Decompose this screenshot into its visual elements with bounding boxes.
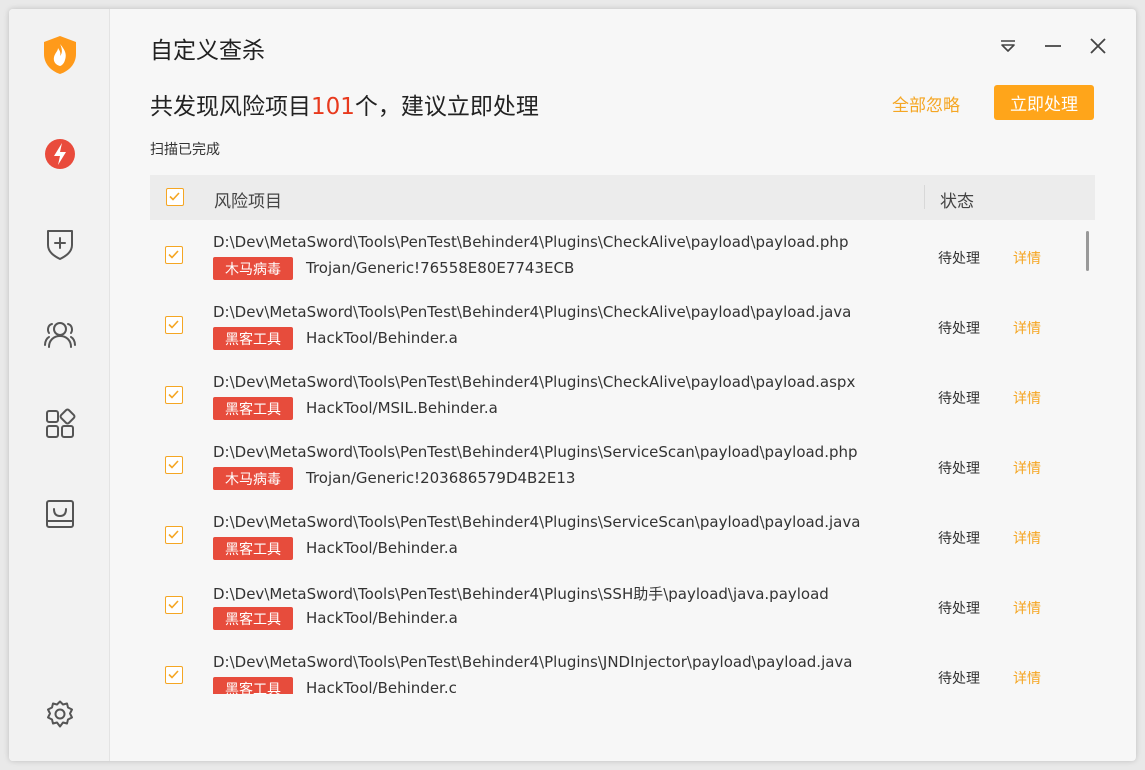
table-row: D:\Dev\MetaSword\Tools\PenTest\Behinder4… [150,220,1095,290]
headline-prefix: 共发现风险项目 [150,94,311,120]
detail-link[interactable]: 详情 [1013,528,1041,548]
list-scrollbar[interactable] [1086,231,1089,271]
file-path: D:\Dev\MetaSword\Tools\PenTest\Behinder4… [213,233,849,251]
scan-status: 扫描已完成 [150,142,220,158]
threat-name: HackTool/Behinder.a [306,539,458,557]
risk-tag: 木马病毒 [213,257,293,280]
risk-tag: 木马病毒 [213,467,293,490]
threat-name: HackTool/Behinder.a [306,329,458,347]
main-panel: 自定义查杀 共发现风险项目101个，建议立即处理 全部忽略 立即处理 扫描已完成… [110,9,1136,761]
risk-list: D:\Dev\MetaSword\Tools\PenTest\Behinder4… [150,220,1095,694]
column-risk-item: 风险项目 [214,192,282,212]
status-text: 待处理 [938,321,980,337]
table-row: D:\Dev\MetaSword\Tools\PenTest\Behinder4… [150,570,1095,640]
file-path: D:\Dev\MetaSword\Tools\PenTest\Behinder4… [213,373,856,391]
detail-link[interactable]: 详情 [1013,668,1041,688]
status-text: 待处理 [938,461,980,477]
detail-link[interactable]: 详情 [1013,248,1041,268]
table-header: 风险项目 状态 [150,175,1095,220]
minimize-icon[interactable] [1042,35,1064,57]
apps-grid-icon[interactable] [39,403,81,445]
row-checkbox[interactable] [165,456,183,474]
risk-tag: 黑客工具 [213,397,293,420]
table-row: D:\Dev\MetaSword\Tools\PenTest\Behinder4… [150,430,1095,500]
risk-tag: 黑客工具 [213,327,293,350]
status-text: 待处理 [938,251,980,267]
row-checkbox[interactable] [165,666,183,684]
detail-link[interactable]: 详情 [1013,458,1041,478]
table-row: D:\Dev\MetaSword\Tools\PenTest\Behinder4… [150,360,1095,430]
detail-link[interactable]: 详情 [1013,318,1041,338]
headline-suffix: 个，建议立即处理 [354,94,539,120]
menu-dropdown-icon[interactable] [997,35,1019,57]
row-checkbox[interactable] [165,316,183,334]
risk-tag: 黑客工具 [213,537,293,560]
threat-name: HackTool/MSIL.Behinder.a [306,399,498,417]
file-path: D:\Dev\MetaSword\Tools\PenTest\Behinder4… [213,585,829,603]
risk-tag: 黑客工具 [213,607,293,630]
threat-name: Trojan/Generic!203686579D4B2E13 [306,469,576,487]
tray-icon[interactable] [39,493,81,535]
window-title: 自定义查杀 [150,38,265,64]
column-status: 状态 [940,192,974,212]
risk-tag: 黑客工具 [213,677,293,694]
column-divider [924,185,925,209]
risk-summary: 共发现风险项目101个，建议立即处理 [150,87,539,121]
status-text: 待处理 [938,531,980,547]
sidebar [9,9,110,761]
table-row: D:\Dev\MetaSword\Tools\PenTest\Behinder4… [150,640,1095,694]
row-checkbox[interactable] [165,596,183,614]
status-text: 待处理 [938,391,980,407]
file-path: D:\Dev\MetaSword\Tools\PenTest\Behinder4… [213,443,858,461]
file-path: D:\Dev\MetaSword\Tools\PenTest\Behinder4… [213,653,853,671]
risk-count: 101 [311,94,355,120]
app-window: 自定义查杀 共发现风险项目101个，建议立即处理 全部忽略 立即处理 扫描已完成… [9,9,1136,761]
ignore-all-link[interactable]: 全部忽略 [892,91,960,116]
status-text: 待处理 [938,601,980,617]
detail-link[interactable]: 详情 [1013,388,1041,408]
status-text: 待处理 [938,671,980,687]
handle-now-button[interactable]: 立即处理 [994,85,1094,120]
gear-icon[interactable] [39,693,81,735]
shield-flame-logo-icon [39,34,81,76]
shield-plus-icon[interactable] [39,223,81,265]
select-all-checkbox[interactable] [166,188,184,206]
lightning-scan-icon[interactable] [39,133,81,175]
file-path: D:\Dev\MetaSword\Tools\PenTest\Behinder4… [213,303,852,321]
table-row: D:\Dev\MetaSword\Tools\PenTest\Behinder4… [150,500,1095,570]
file-path: D:\Dev\MetaSword\Tools\PenTest\Behinder4… [213,513,861,531]
row-checkbox[interactable] [165,526,183,544]
threat-name: Trojan/Generic!76558E80E7743ECB [306,259,575,277]
users-icon[interactable] [39,313,81,355]
detail-link[interactable]: 详情 [1013,598,1041,618]
table-row: D:\Dev\MetaSword\Tools\PenTest\Behinder4… [150,290,1095,360]
row-checkbox[interactable] [165,386,183,404]
threat-name: HackTool/Behinder.c [306,679,457,694]
close-icon[interactable] [1087,35,1109,57]
threat-name: HackTool/Behinder.a [306,609,458,627]
row-checkbox[interactable] [165,246,183,264]
